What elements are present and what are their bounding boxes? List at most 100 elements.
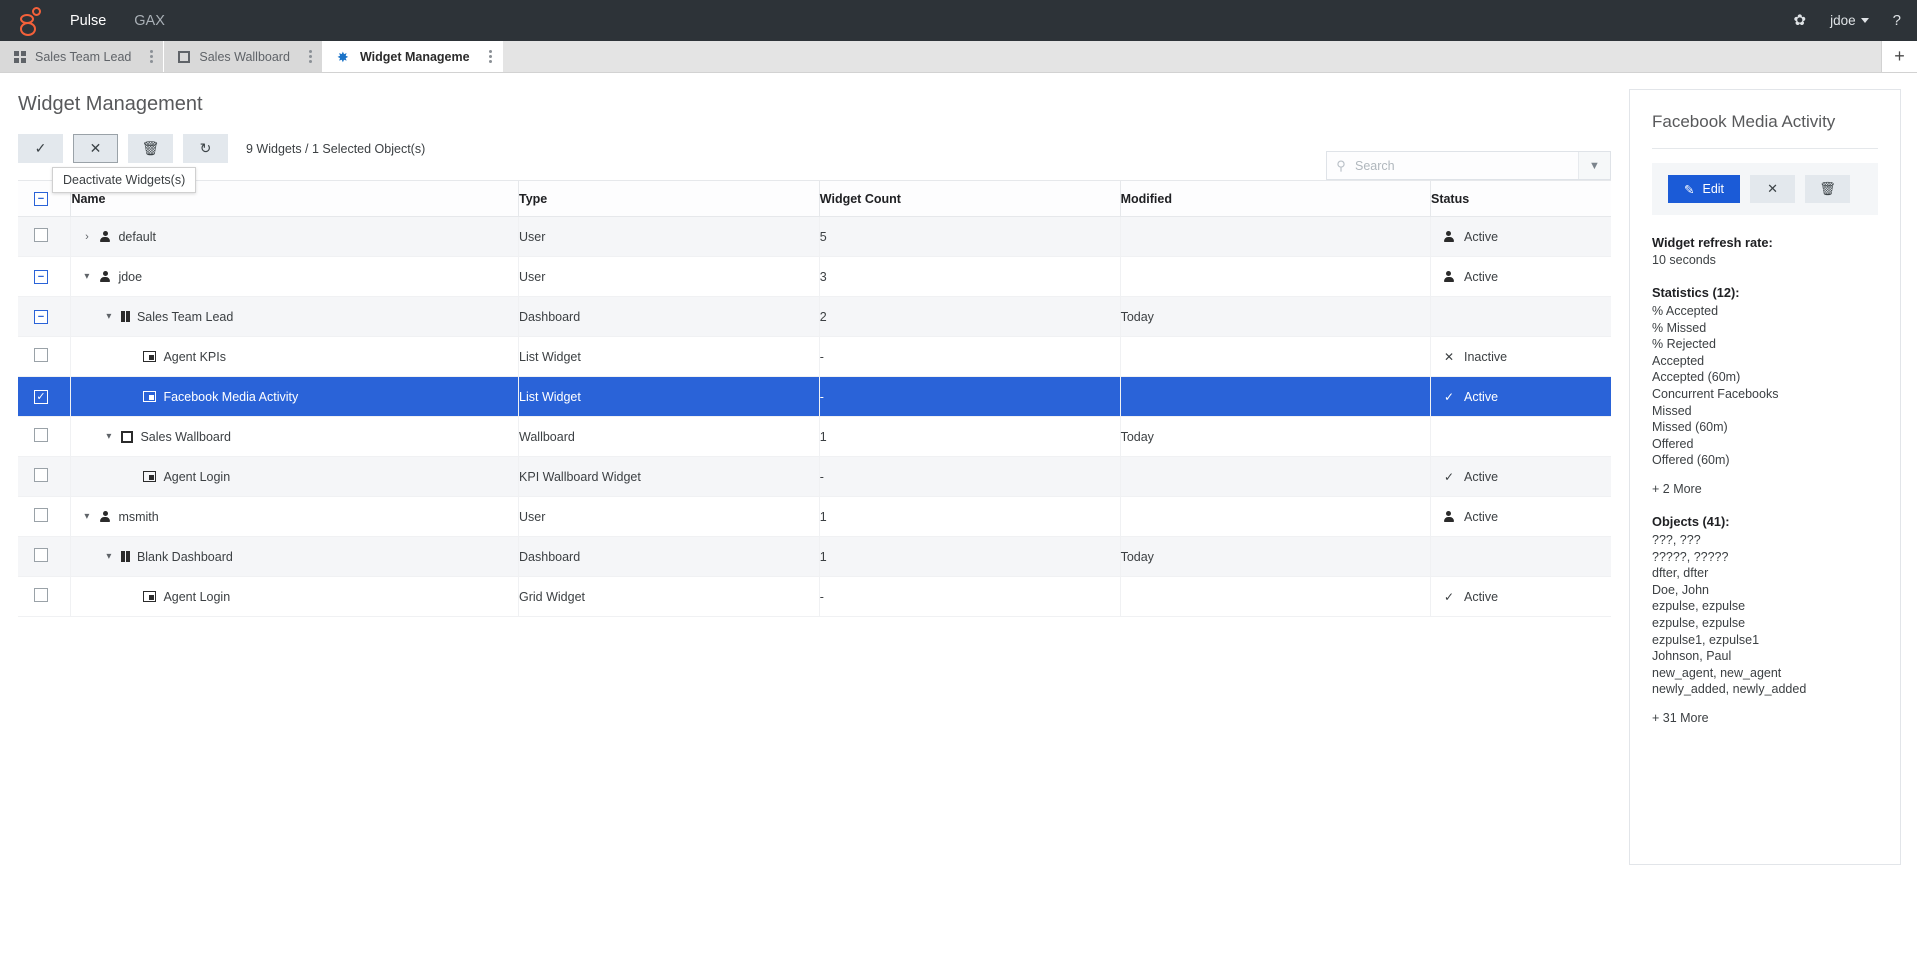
tab-menu-icon[interactable] xyxy=(479,48,492,65)
detail-action-bar: ✎ Edit ✕ 🗑 xyxy=(1652,163,1878,215)
refresh-rate-group: Widget refresh rate: 10 seconds xyxy=(1652,235,1878,267)
table-row[interactable]: ▾ Blank Dashboard Dashboard 1 Today xyxy=(18,536,1611,577)
column-header-widget-count[interactable]: Widget Count xyxy=(818,180,1121,217)
row-name-label: Agent Login xyxy=(163,469,231,484)
add-tab-button[interactable]: + xyxy=(1881,41,1917,72)
select-all-checkbox[interactable]: − xyxy=(34,192,48,206)
row-select-cell[interactable] xyxy=(18,536,71,577)
statistics-item: Accepted xyxy=(1652,353,1705,368)
cell-widget-count: 1 xyxy=(818,416,1121,457)
nav-link-pulse[interactable]: Pulse xyxy=(70,13,106,29)
table-row[interactable]: ▾ Sales Wallboard Wallboard 1 Today xyxy=(18,416,1611,457)
statistics-item: Accepted (60m) xyxy=(1652,370,1741,385)
activate-widgets-button[interactable]: ✓ xyxy=(18,134,63,163)
detail-delete-button[interactable]: 🗑 xyxy=(1805,175,1851,203)
deactivate-tooltip: Deactivate Widgets(s) xyxy=(52,167,197,193)
table-row[interactable]: ▾ msmith User 1 Active xyxy=(18,496,1611,537)
row-checkbox[interactable] xyxy=(34,228,48,242)
cell-widget-count: - xyxy=(818,336,1121,377)
row-checkbox[interactable] xyxy=(34,468,48,482)
row-name-label: Agent KPIs xyxy=(163,349,226,364)
widget-icon xyxy=(143,471,157,482)
expand-toggle[interactable]: ▾ xyxy=(103,551,114,562)
row-select-cell[interactable] xyxy=(18,576,71,617)
expand-toggle[interactable]: ▾ xyxy=(103,431,114,442)
row-checkbox[interactable] xyxy=(34,428,48,442)
expand-toggle[interactable]: › xyxy=(81,231,92,243)
main-content: Widget Management ✓ ✕ 🗑 ↻ 9 Widgets / 1 … xyxy=(0,73,1629,977)
search-input[interactable] xyxy=(1355,152,1578,179)
tab-menu-icon[interactable] xyxy=(299,48,312,65)
row-checkbox[interactable]: − xyxy=(34,270,48,284)
objects-label: Objects (41): xyxy=(1652,513,1730,529)
cell-name: Facebook Media Activity xyxy=(70,376,519,417)
table-row[interactable]: − ▾ Sales Team Lead Dashboard 2 Today xyxy=(18,296,1611,337)
help-icon[interactable]: ? xyxy=(1893,13,1901,28)
table-row[interactable]: › default User 5 Active xyxy=(18,216,1611,257)
statistics-more-link[interactable]: + 2 More xyxy=(1652,482,1878,496)
tab-sales-team-lead[interactable]: Sales Team Lead xyxy=(0,41,165,72)
edit-button[interactable]: ✎ Edit xyxy=(1668,175,1741,203)
column-header-type[interactable]: Type xyxy=(518,180,820,217)
statistics-item: % Rejected xyxy=(1652,337,1716,352)
table-row[interactable]: − ▾ jdoe User 3 Active xyxy=(18,256,1611,297)
expand-toggle[interactable]: ▾ xyxy=(103,311,114,322)
row-checkbox[interactable] xyxy=(34,508,48,522)
column-header-status[interactable]: Status xyxy=(1429,180,1611,217)
user-icon xyxy=(1443,510,1455,524)
refresh-rate-value: 10 seconds xyxy=(1652,253,1716,267)
cell-type: User xyxy=(518,496,820,537)
row-name-label: default xyxy=(118,229,156,244)
row-checkbox[interactable] xyxy=(34,548,48,562)
statistics-item: % Accepted xyxy=(1652,304,1719,318)
page-title: Widget Management xyxy=(18,93,203,115)
nav-link-gax[interactable]: GAX xyxy=(134,13,165,29)
user-icon xyxy=(1443,270,1455,284)
row-checkbox[interactable]: − xyxy=(34,310,48,324)
search-options-dropdown[interactable]: ▼ xyxy=(1578,152,1610,179)
gear-icon[interactable]: ✿ xyxy=(1794,13,1807,28)
row-select-cell[interactable]: − xyxy=(18,256,71,297)
cell-name: ▾ Blank Dashboard xyxy=(70,536,519,577)
dashboard-icon xyxy=(121,311,130,322)
tab-sales-wallboard[interactable]: Sales Wallboard xyxy=(164,41,323,72)
refresh-button[interactable]: ↻ xyxy=(183,134,228,163)
user-icon xyxy=(99,230,111,243)
column-header-modified[interactable]: Modified xyxy=(1119,180,1431,217)
row-checkbox[interactable] xyxy=(34,588,48,602)
objects-item: ???, ??? xyxy=(1652,532,1701,547)
row-select-cell[interactable]: ✓ xyxy=(18,376,71,417)
table-row[interactable]: Agent Login Grid Widget - ✓ Active xyxy=(18,576,1611,617)
row-select-cell[interactable] xyxy=(18,216,71,257)
table-row[interactable]: Agent KPIs List Widget - ✕ Inactive xyxy=(18,336,1611,377)
objects-item: ?????, ????? xyxy=(1652,549,1729,564)
row-checkbox[interactable]: ✓ xyxy=(34,389,48,404)
row-select-cell[interactable]: − xyxy=(18,296,71,337)
cell-status xyxy=(1429,536,1611,577)
row-checkbox[interactable] xyxy=(34,348,48,362)
deactivate-widgets-button[interactable]: ✕ xyxy=(73,134,118,163)
check-icon: ✓ xyxy=(1443,589,1455,604)
widget-icon xyxy=(143,591,157,602)
table-row[interactable]: Agent Login KPI Wallboard Widget - ✓ Active xyxy=(18,456,1611,497)
expand-toggle[interactable]: ▾ xyxy=(81,511,92,522)
tab-widget-management[interactable]: ✸ Widget Manageme xyxy=(322,41,503,72)
pencil-icon: ✎ xyxy=(1684,182,1695,197)
tab-strip: Sales Team Lead Sales Wallboard ✸ Widget… xyxy=(0,41,1917,73)
user-menu[interactable]: jdoe xyxy=(1830,13,1869,28)
statistics-list: % Accepted % Missed % Rejected Accepted Acce… xyxy=(1652,303,1878,469)
row-select-cell[interactable] xyxy=(18,336,71,377)
table-header-row: − Name Type Widget Count Modified Status xyxy=(18,180,1611,217)
row-select-cell[interactable] xyxy=(18,496,71,537)
row-name-label: jdoe xyxy=(118,269,143,284)
cell-modified xyxy=(1119,336,1431,377)
row-select-cell[interactable] xyxy=(18,456,71,497)
status-label: Active xyxy=(1463,229,1499,244)
expand-toggle[interactable]: ▾ xyxy=(81,271,92,282)
tab-menu-icon[interactable] xyxy=(140,48,154,65)
delete-widgets-button[interactable]: 🗑 xyxy=(128,134,173,163)
row-select-cell[interactable] xyxy=(18,416,71,457)
table-row[interactable]: ✓ Facebook Media Activity List Widget - ✓ Act… xyxy=(18,376,1611,417)
objects-more-link[interactable]: + 31 More xyxy=(1652,711,1878,725)
detail-deactivate-button[interactable]: ✕ xyxy=(1750,175,1796,203)
